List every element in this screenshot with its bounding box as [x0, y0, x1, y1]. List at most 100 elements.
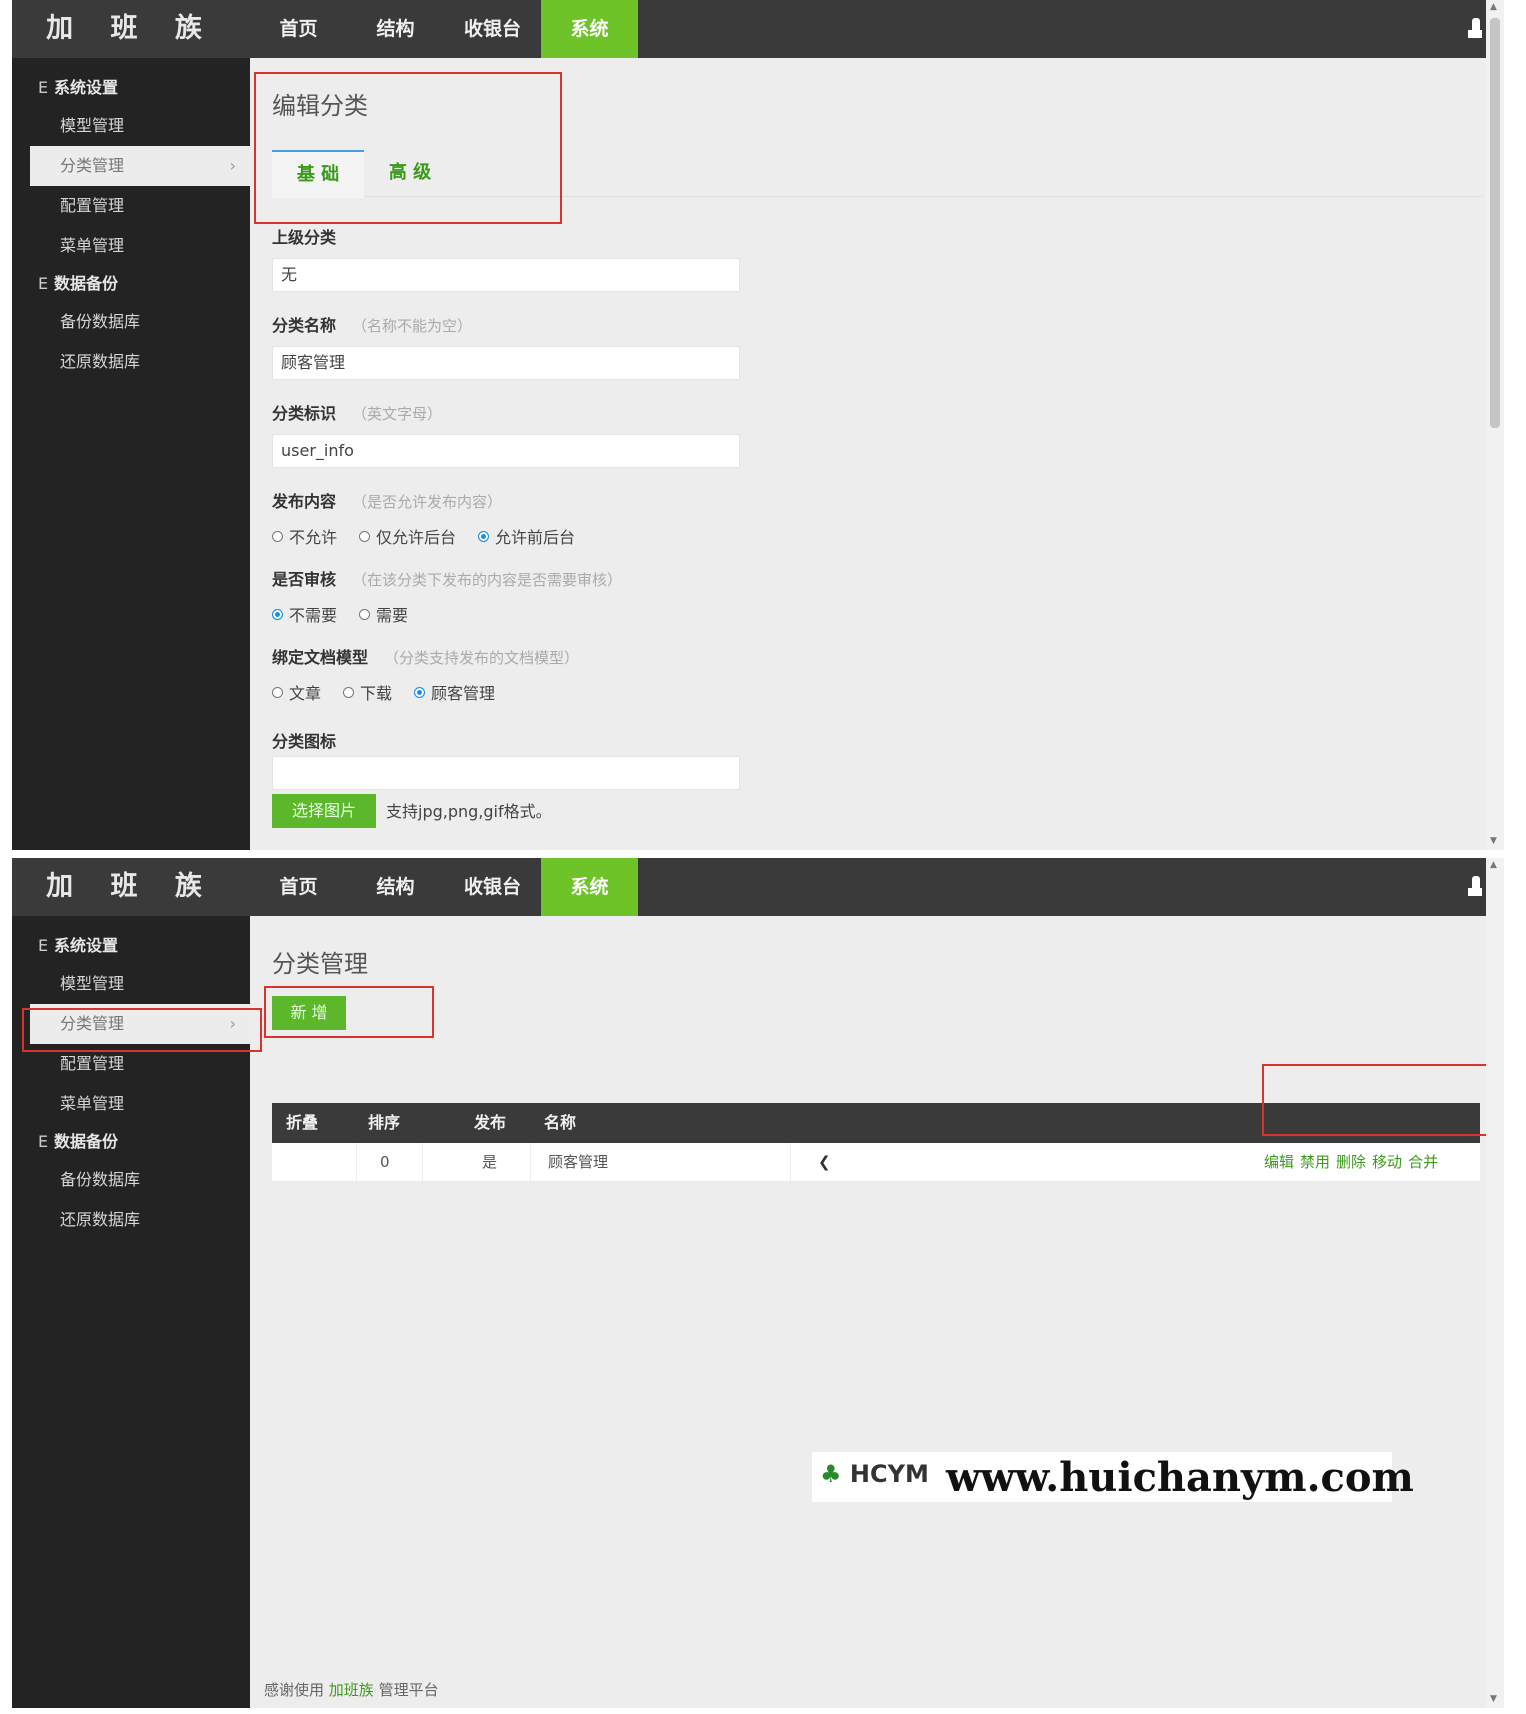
- nav-structure[interactable]: 结构: [347, 0, 444, 58]
- scrollbar[interactable]: ▲ ▼: [1486, 858, 1504, 1708]
- model-option-article[interactable]: 文章: [272, 680, 321, 704]
- main-nav: 首页 结构 收银台 系统: [250, 858, 638, 916]
- user-icon[interactable]: [1468, 18, 1482, 40]
- model-option-customer[interactable]: 顾客管理: [414, 680, 495, 704]
- category-icon-field[interactable]: [272, 756, 740, 790]
- doc-model-radio-group: 文章 下载 顾客管理: [272, 680, 517, 704]
- sidebar-item-menu[interactable]: 菜单管理: [30, 1084, 250, 1124]
- sidebar-item-model[interactable]: 模型管理: [30, 964, 250, 1004]
- radio-icon[interactable]: [414, 686, 426, 698]
- scroll-thumb[interactable]: [1490, 18, 1500, 428]
- sidebar-item-backup-db[interactable]: 备份数据库: [30, 302, 250, 342]
- publish-option-none[interactable]: 不允许: [272, 524, 337, 548]
- column-sort: 排序: [368, 1113, 401, 1132]
- radio-icon[interactable]: [359, 608, 371, 620]
- edit-category-screen: 加 班 族 首页 结构 收银台 系统 E 系统设置 模型管理 分类管理 › 配置管…: [12, 0, 1504, 850]
- category-list-area: 分类管理 新 增 折叠 排序 发布 名称 0 是 顾客管理 ❮ 编辑 禁用 删除 移动…: [250, 916, 1484, 1708]
- sidebar-item-config[interactable]: 配置管理: [30, 186, 250, 226]
- scroll-down-icon[interactable]: ▼: [1490, 1694, 1497, 1704]
- row-publish-value: 是: [482, 1153, 498, 1171]
- top-nav-bar: 加 班 族 首页 结构 收银台 系统: [12, 858, 1504, 916]
- disable-link[interactable]: 禁用: [1300, 1153, 1330, 1171]
- scroll-down-icon[interactable]: ▼: [1490, 836, 1497, 846]
- parent-category-field[interactable]: 无: [272, 258, 740, 292]
- column-collapse: 折叠: [286, 1113, 319, 1132]
- scroll-up-icon[interactable]: ▲: [1490, 860, 1497, 870]
- annotation-box: [254, 72, 562, 224]
- sidebar-group-system-settings[interactable]: E 系统设置: [38, 932, 118, 956]
- publish-content-label: 发布内容 （是否允许发布内容）: [272, 492, 503, 511]
- category-ident-label: 分类标识 （英文字母）: [272, 404, 443, 423]
- audit-label: 是否审核 （在该分类下发布的内容是否需要审核）: [272, 570, 623, 589]
- parent-category-label: 上级分类: [272, 228, 337, 247]
- category-ident-input[interactable]: user_info: [272, 434, 740, 468]
- edit-link[interactable]: 编辑: [1264, 1153, 1294, 1171]
- watermark-logo: ♣ HCYM: [820, 1460, 929, 1488]
- radio-icon[interactable]: [343, 686, 355, 698]
- select-image-button[interactable]: 选择图片: [272, 794, 376, 828]
- upload-format-note: 支持jpg,png,gif格式。: [386, 802, 552, 821]
- row-marker-icon: ❮: [818, 1153, 831, 1171]
- row-actions: 编辑 禁用 删除 移动 合并: [1264, 1143, 1444, 1181]
- sidebar-item-restore-db[interactable]: 还原数据库: [30, 342, 250, 382]
- table-row: 0 是 顾客管理 ❮ 编辑 禁用 删除 移动 合并: [272, 1143, 1480, 1181]
- category-list-screen: 加 班 族 首页 结构 收银台 系统 E 系统设置 模型管理 分类管理 › 配置管…: [12, 858, 1504, 1708]
- user-icon[interactable]: [1468, 876, 1482, 898]
- column-name: 名称: [544, 1113, 577, 1132]
- audit-option-yes[interactable]: 需要: [359, 602, 408, 626]
- annotation-box: [22, 1008, 262, 1052]
- publish-option-both[interactable]: 允许前后台: [478, 524, 575, 548]
- collapse-icon: E: [38, 936, 49, 955]
- scrollbar[interactable]: ▲ ▼: [1486, 0, 1504, 850]
- sidebar-group-data-backup[interactable]: E 数据备份: [38, 1128, 118, 1152]
- radio-icon[interactable]: [272, 608, 283, 620]
- category-name-input[interactable]: 顾客管理: [272, 346, 740, 380]
- move-link[interactable]: 移动: [1372, 1153, 1402, 1171]
- merge-link[interactable]: 合并: [1408, 1153, 1438, 1171]
- category-icon-label: 分类图标: [272, 732, 337, 751]
- radio-icon[interactable]: [359, 530, 371, 542]
- footer: 感谢使用 加班族 管理平台: [264, 1681, 439, 1699]
- sidebar-group-data-backup[interactable]: E 数据备份: [38, 270, 118, 294]
- sidebar-item-restore-db[interactable]: 还原数据库: [30, 1200, 250, 1240]
- row-name-value[interactable]: 顾客管理: [548, 1143, 608, 1181]
- audit-option-no[interactable]: 不需要: [272, 602, 337, 626]
- sidebar-item-category[interactable]: 分类管理 ›: [30, 146, 250, 186]
- doc-model-label: 绑定文档模型 （分类支持发布的文档模型）: [272, 648, 580, 667]
- nav-system[interactable]: 系统: [541, 858, 638, 916]
- footer-brand-link[interactable]: 加班族: [329, 1681, 374, 1699]
- sidebar-item-model[interactable]: 模型管理: [30, 106, 250, 146]
- collapse-icon: E: [38, 78, 49, 97]
- nav-home[interactable]: 首页: [250, 858, 347, 916]
- row-sort-value[interactable]: 0: [380, 1143, 390, 1181]
- nav-structure[interactable]: 结构: [347, 858, 444, 916]
- sidebar-item-menu[interactable]: 菜单管理: [30, 226, 250, 266]
- annotation-box: [264, 986, 434, 1038]
- category-name-label: 分类名称 （名称不能为空）: [272, 316, 473, 335]
- nav-cashier[interactable]: 收银台: [444, 0, 541, 58]
- delete-link[interactable]: 删除: [1336, 1153, 1366, 1171]
- radio-icon[interactable]: [272, 530, 283, 542]
- audit-radio-group: 不需要 需要: [272, 602, 430, 626]
- publish-radio-group: 不允许 仅允许后台 允许前后台: [272, 524, 597, 548]
- chevron-right-icon: ›: [229, 156, 236, 175]
- publish-option-backend[interactable]: 仅允许后台: [359, 524, 456, 548]
- scroll-up-icon[interactable]: ▲: [1490, 2, 1497, 12]
- nav-system[interactable]: 系统: [541, 0, 638, 58]
- radio-icon[interactable]: [478, 530, 490, 542]
- annotation-box: [1262, 1064, 1502, 1136]
- nav-cashier[interactable]: 收银台: [444, 858, 541, 916]
- sidebar-item-backup-db[interactable]: 备份数据库: [30, 1160, 250, 1200]
- watermark: ♣ HCYM www.huichanym.com: [812, 1452, 1414, 1502]
- model-option-download[interactable]: 下载: [343, 680, 392, 704]
- sidebar-group-system-settings[interactable]: E 系统设置: [38, 74, 118, 98]
- top-nav-bar: 加 班 族 首页 结构 收银台 系统: [12, 0, 1504, 58]
- app-logo: 加 班 族: [46, 13, 216, 44]
- nav-home[interactable]: 首页: [250, 0, 347, 58]
- collapse-icon: E: [38, 1132, 49, 1151]
- radio-icon[interactable]: [272, 686, 283, 698]
- page-title: 分类管理: [272, 950, 368, 978]
- main-nav: 首页 结构 收银台 系统: [250, 0, 638, 58]
- column-publish: 发布: [474, 1113, 507, 1132]
- leaf-icon: ♣: [820, 1460, 842, 1488]
